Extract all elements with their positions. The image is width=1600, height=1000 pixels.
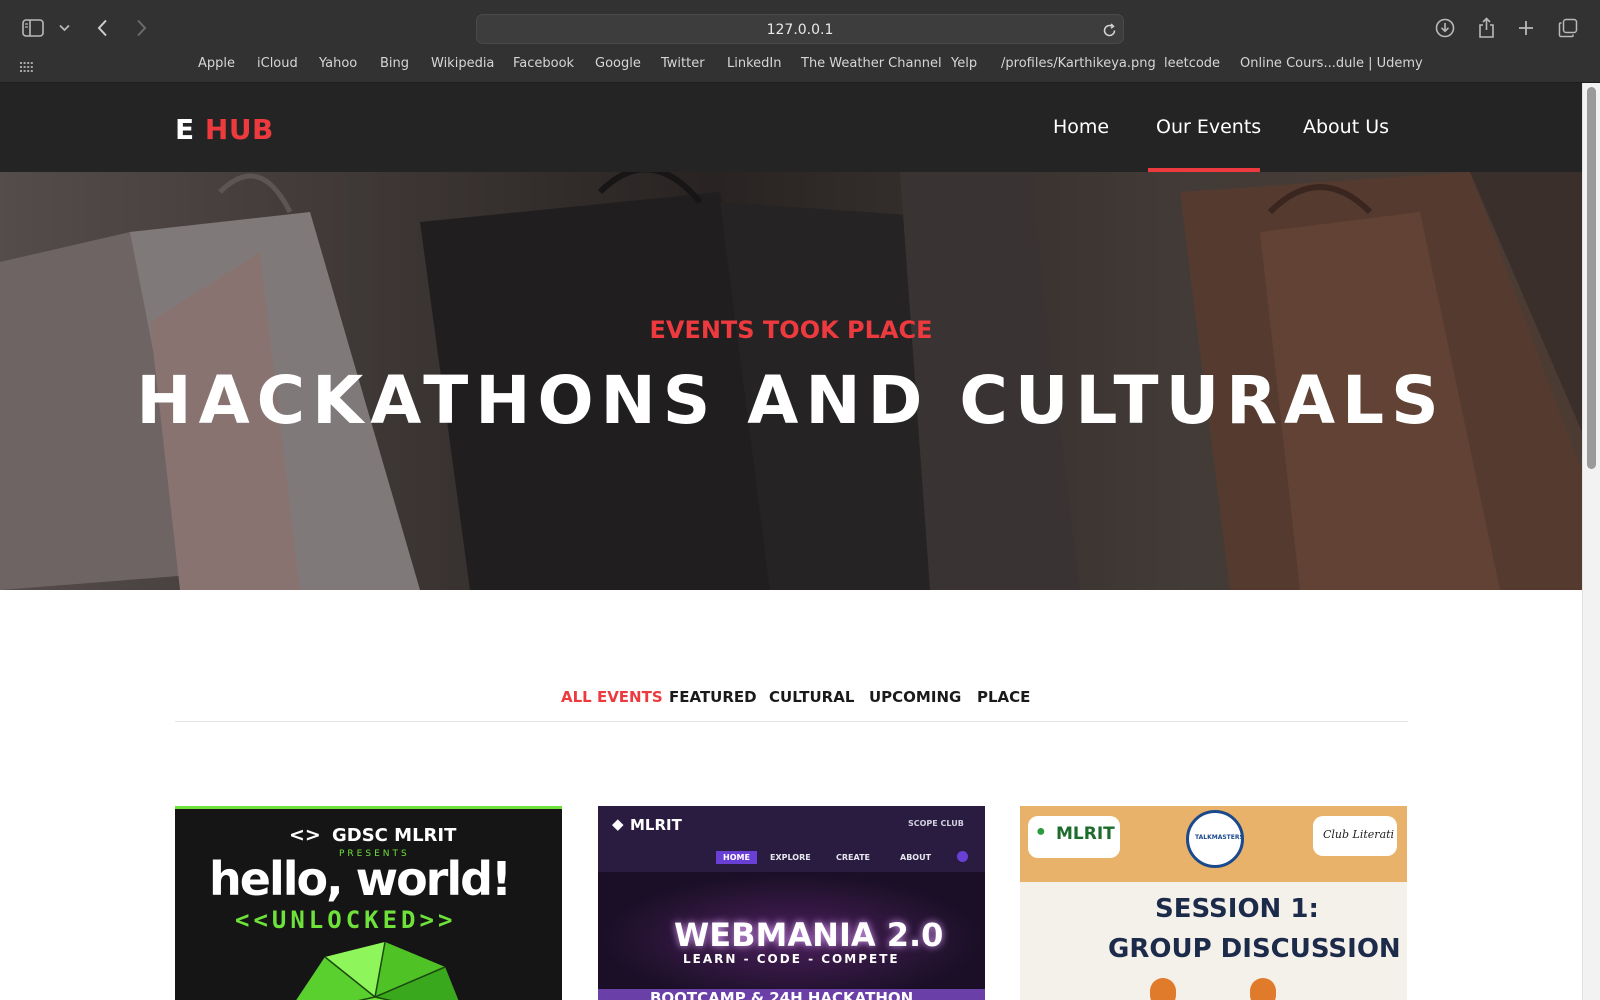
card-tagline: LEARN - CODE - COMPETE <box>683 952 900 966</box>
talkmasters-label: TALKMASTERS <box>1195 834 1244 841</box>
chevron-down-icon[interactable] <box>57 20 71 36</box>
bookmark-bing[interactable]: Bing <box>380 56 409 71</box>
card-footer: BOOTCAMP & 24H HACKATHON <box>650 989 914 1000</box>
bookmark-profile-image[interactable]: /profiles/Karthikeya.png <box>1001 56 1156 71</box>
card-brand: MLRIT <box>630 816 682 834</box>
bookmark-leetcode[interactable]: leetcode <box>1164 56 1220 71</box>
event-card-hello-world[interactable]: <> GDSC MLRIT PRESENTS hello, world! <<U… <box>175 806 562 1000</box>
reload-icon[interactable] <box>1100 21 1118 39</box>
search-icon <box>957 851 968 862</box>
scrollbar-thumb[interactable] <box>1587 87 1596 469</box>
bookmark-yahoo[interactable]: Yahoo <box>319 56 357 71</box>
menu-home: HOME <box>716 851 757 864</box>
gdsc-logo-icon: <> <box>289 824 321 846</box>
nav-about-us[interactable]: About Us <box>1303 116 1389 138</box>
nav-our-events[interactable]: Our Events <box>1156 116 1261 138</box>
mlrit-logo-icon: ◆ <box>612 816 624 833</box>
url-text: 127.0.0.1 <box>766 22 834 38</box>
bookmark-google[interactable]: Google <box>595 56 641 71</box>
bookmark-icloud[interactable]: iCloud <box>257 56 298 71</box>
site-header: E HUB Home Our Events About Us <box>0 83 1582 172</box>
web-page: E HUB Home Our Events About Us EVENTS TO… <box>0 83 1582 1000</box>
filter-featured[interactable]: FEATURED <box>669 688 757 706</box>
bookmark-twitter[interactable]: Twitter <box>661 56 705 71</box>
bookmark-udemy[interactable]: Online Cours...dule | Udemy <box>1240 56 1423 71</box>
event-card-group-discussion[interactable]: MLRIT ● TALKMASTERS Club Literati SESSIO… <box>1020 806 1407 1000</box>
menu-explore: EXPLORE <box>770 853 811 862</box>
filter-cultural[interactable]: CULTURAL <box>769 688 854 706</box>
downloads-icon[interactable] <box>1434 17 1456 39</box>
nav-home[interactable]: Home <box>1053 116 1109 138</box>
page-scrollbar[interactable] <box>1582 83 1600 1000</box>
green-gem-icon <box>296 941 459 1000</box>
card-brand: MLRIT <box>1056 824 1115 844</box>
new-tab-icon[interactable] <box>1516 18 1536 38</box>
bookmarks-bar: Apple iCloud Yahoo Bing Wikipedia Facebo… <box>0 56 1600 76</box>
logo-word: HUB <box>204 113 274 146</box>
filter-upcoming[interactable]: UPCOMING <box>869 688 961 706</box>
event-filter-tabs: ALL EVENTS FEATURED CULTURAL UPCOMING PL… <box>175 688 1408 722</box>
card-headline-1: SESSION 1: <box>1155 894 1319 924</box>
share-icon[interactable] <box>1475 16 1497 40</box>
hero-subtitle: EVENTS TOOK PLACE <box>649 316 933 344</box>
card-headline-2: GROUP DISCUSSION <box>1108 934 1401 964</box>
filter-all-events[interactable]: ALL EVENTS <box>561 688 663 706</box>
site-logo[interactable]: E HUB <box>175 113 274 146</box>
filter-place[interactable]: PLACE <box>977 688 1030 706</box>
card-brand: GDSC MLRIT <box>332 825 457 846</box>
leaf-icon: ● <box>1036 823 1046 840</box>
back-icon[interactable] <box>92 17 112 39</box>
bookmark-yelp[interactable]: Yelp <box>951 56 977 71</box>
card-tagline: <<UNLOCKED>> <box>235 906 457 934</box>
card-headline: hello, world! <box>209 852 512 906</box>
club-literati-label: Club Literati <box>1323 828 1395 841</box>
bookmark-facebook[interactable]: Facebook <box>513 56 574 71</box>
hero-title: HACKATHONS AND CULTURALS <box>136 362 1446 439</box>
address-bar[interactable]: 127.0.0.1 <box>476 14 1124 44</box>
tab-overview-icon[interactable] <box>1557 17 1579 39</box>
card-club: SCOPE CLUB <box>908 819 964 828</box>
sidebar-toggle-icon[interactable] <box>22 17 44 39</box>
bookmark-linkedin[interactable]: LinkedIn <box>727 56 781 71</box>
forward-icon[interactable] <box>131 17 151 39</box>
bookmark-weather-channel[interactable]: The Weather Channel <box>801 56 942 71</box>
hero-banner: EVENTS TOOK PLACE HACKATHONS AND CULTURA… <box>0 172 1582 590</box>
browser-toolbar: 127.0.0.1 Apple iCloud Yahoo Bing Wikipe… <box>0 0 1600 83</box>
card-headline: WEBMANIA 2.0 <box>674 916 944 954</box>
menu-about: ABOUT <box>900 853 932 862</box>
menu-create: CREATE <box>836 853 870 862</box>
speaker-figure-right <box>1250 978 1276 1000</box>
logo-letter: E <box>175 113 195 146</box>
speaker-figure-left <box>1150 978 1176 1000</box>
event-card-webmania[interactable]: MLRIT ◆ SCOPE CLUB HOME EXPLORE CREATE A… <box>598 806 985 1000</box>
bookmark-apple[interactable]: Apple <box>198 56 235 71</box>
bookmark-wikipedia[interactable]: Wikipedia <box>431 56 494 71</box>
